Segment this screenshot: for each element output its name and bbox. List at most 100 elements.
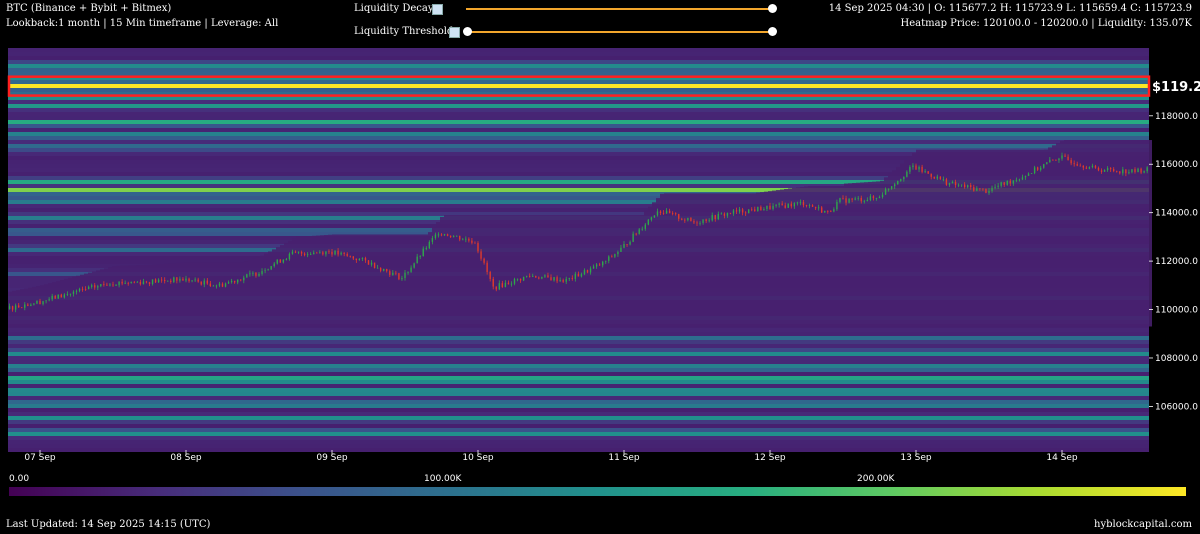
candle-up: [270, 266, 272, 270]
swept-liquidity-column: [392, 234, 396, 327]
candle-down: [556, 277, 558, 282]
candle-down: [945, 179, 948, 185]
brand-link[interactable]: hyblockcapital.com: [1094, 519, 1192, 530]
candle-down: [121, 281, 123, 284]
heatmap-row: [8, 332, 1149, 336]
swept-liquidity-column: [572, 215, 576, 327]
swept-liquidity-column: [248, 259, 252, 327]
swept-liquidity-column: [1012, 149, 1016, 327]
liquidation-heatmap-chart[interactable]: $119.2k 106000.0 108000.0 110000.0 112000.0…: [0, 0, 1200, 470]
candle-down: [814, 206, 817, 209]
heatmap-row: [8, 336, 1149, 340]
candle-up: [617, 251, 619, 255]
swept-liquidity-column: [920, 149, 924, 327]
candle-down: [821, 207, 823, 213]
candle-down: [933, 176, 935, 179]
heatmap-row: [8, 404, 1149, 408]
swept-liquidity-column: [740, 193, 744, 327]
swept-liquidity-column: [504, 215, 508, 327]
swept-liquidity-column: [160, 264, 164, 327]
candle-up: [647, 219, 650, 225]
candle-up: [1058, 158, 1060, 161]
swept-liquidity-column: [1016, 149, 1020, 327]
candle-up: [857, 197, 859, 199]
heatmap-row: [8, 144, 1149, 148]
candle-up: [434, 234, 437, 239]
swept-liquidity-column: [840, 186, 844, 327]
swept-liquidity-column: [8, 291, 12, 327]
candle-up: [1122, 169, 1124, 174]
candle-down: [562, 280, 564, 282]
swept-liquidity-column: [332, 234, 336, 327]
candle-down: [446, 234, 449, 236]
candle-up: [808, 205, 811, 207]
candle-down: [635, 233, 637, 235]
swept-liquidity-column: [520, 215, 524, 327]
candle-up: [897, 180, 899, 185]
candle-up: [230, 280, 233, 283]
candle-down: [970, 185, 972, 188]
candle-up: [525, 276, 528, 277]
candle-up: [875, 198, 878, 199]
candle-down: [985, 189, 987, 193]
candle-up: [401, 278, 403, 280]
candle-up: [702, 219, 704, 223]
heatmap-row: [8, 416, 1149, 420]
heatmap-row: [8, 424, 1149, 428]
candle-down: [279, 259, 281, 263]
candle-up: [1143, 171, 1145, 173]
candle-up: [288, 253, 291, 260]
x-tick-label: 12 Sep: [754, 453, 786, 463]
candle-up: [839, 198, 841, 202]
candle-up: [173, 277, 175, 283]
candle-down: [54, 295, 56, 299]
swept-liquidity-column: [48, 283, 52, 327]
x-tick-label: 14 Sep: [1046, 453, 1078, 463]
candle-up: [504, 282, 507, 288]
candle-up: [1043, 164, 1045, 168]
candle-down: [845, 198, 847, 203]
heatmap-row: [8, 432, 1149, 436]
candle-down: [145, 281, 148, 283]
heatmap-layer: [8, 48, 1152, 452]
candle-down: [182, 278, 184, 281]
swept-liquidity-column: [320, 235, 324, 327]
heatmap-row: [8, 412, 1149, 416]
swept-liquidity-column: [28, 287, 32, 327]
candle-down: [127, 282, 129, 284]
swept-liquidity-column: [192, 262, 196, 327]
swept-liquidity-column: [384, 234, 388, 327]
candle-up: [431, 238, 434, 242]
swept-liquidity-column: [372, 234, 376, 327]
candle-up: [732, 210, 735, 214]
candle-up: [854, 198, 856, 200]
candle-up: [91, 285, 93, 287]
candle-up: [605, 260, 607, 262]
swept-liquidity-column: [564, 215, 568, 327]
candle-up: [641, 228, 643, 230]
candle-up: [589, 268, 592, 273]
swept-liquidity-column: [272, 249, 276, 327]
heatmap-row: [8, 420, 1149, 424]
heatmap-row: [8, 116, 1149, 120]
heatmap-row: [8, 128, 1149, 132]
candle-down: [586, 270, 589, 273]
colorbar-tick: 0.00: [9, 474, 30, 484]
swept-liquidity-column: [220, 262, 224, 327]
swept-liquidity-column: [628, 215, 632, 327]
candle-down: [769, 205, 771, 209]
candle-down: [744, 212, 747, 214]
candle-down: [1113, 169, 1115, 171]
candle-up: [763, 209, 765, 211]
candle-up: [297, 251, 300, 253]
candle-down: [805, 205, 808, 206]
candle-up: [136, 281, 139, 283]
candle-up: [906, 171, 908, 177]
candle-down: [1067, 156, 1069, 161]
swept-liquidity-column: [412, 234, 416, 327]
candle-up: [191, 280, 193, 282]
candle-down: [547, 275, 549, 278]
candle-up: [1106, 168, 1109, 171]
swept-liquidity-column: [72, 276, 76, 327]
candle-down: [684, 219, 686, 221]
